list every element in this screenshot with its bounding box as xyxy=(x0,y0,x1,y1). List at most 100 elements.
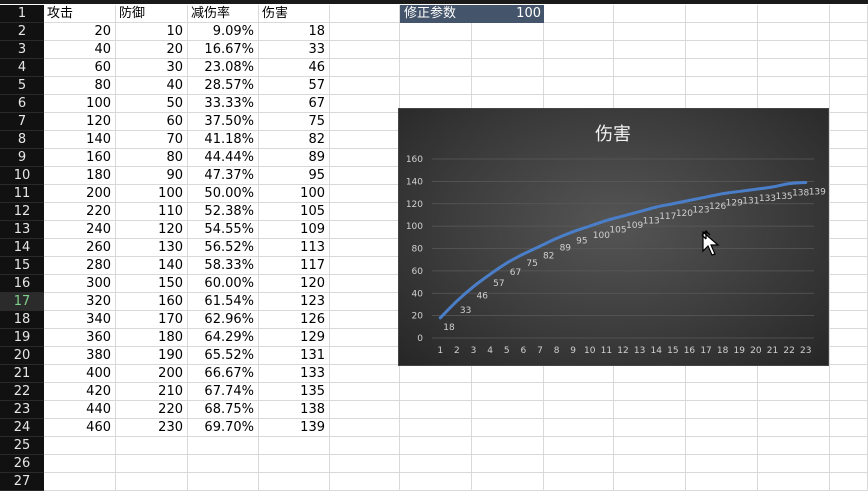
empty-cell[interactable] xyxy=(472,41,544,59)
data-cell[interactable]: 18 xyxy=(259,23,330,41)
empty-cell[interactable] xyxy=(758,419,830,437)
data-cell[interactable]: 360 xyxy=(44,329,116,347)
empty-cell[interactable] xyxy=(614,41,686,59)
data-cell[interactable]: 65.52% xyxy=(188,347,259,365)
empty-cell[interactable] xyxy=(758,77,830,95)
row-header-15[interactable]: 15 xyxy=(0,257,44,275)
empty-cell[interactable] xyxy=(614,59,686,77)
header-cell[interactable]: 减伤率 xyxy=(188,5,259,23)
empty-cell[interactable] xyxy=(614,455,686,473)
row-header-4[interactable]: 4 xyxy=(0,59,44,77)
data-cell[interactable]: 135 xyxy=(259,383,330,401)
empty-cell[interactable] xyxy=(472,473,544,491)
data-cell[interactable]: 340 xyxy=(44,311,116,329)
empty-cell[interactable] xyxy=(614,437,686,455)
empty-cell[interactable] xyxy=(330,203,400,221)
data-cell[interactable]: 41.18% xyxy=(188,131,259,149)
empty-cell[interactable] xyxy=(544,59,614,77)
empty-cell[interactable] xyxy=(330,275,400,293)
empty-cell[interactable] xyxy=(830,437,868,455)
empty-cell[interactable] xyxy=(44,473,116,491)
empty-cell[interactable] xyxy=(400,401,472,419)
data-cell[interactable]: 140 xyxy=(116,257,188,275)
data-cell[interactable]: 240 xyxy=(44,221,116,239)
empty-cell[interactable] xyxy=(330,149,400,167)
data-cell[interactable]: 129 xyxy=(259,329,330,347)
data-cell[interactable]: 140 xyxy=(44,131,116,149)
data-cell[interactable]: 160 xyxy=(116,293,188,311)
data-cell[interactable]: 120 xyxy=(259,275,330,293)
empty-cell[interactable] xyxy=(472,365,544,383)
data-cell[interactable]: 69.70% xyxy=(188,419,259,437)
data-cell[interactable]: 47.37% xyxy=(188,167,259,185)
empty-cell[interactable] xyxy=(758,401,830,419)
row-header-3[interactable]: 3 xyxy=(0,41,44,59)
data-cell[interactable]: 100 xyxy=(259,185,330,203)
row-header-16[interactable]: 16 xyxy=(0,275,44,293)
empty-cell[interactable] xyxy=(330,455,400,473)
empty-cell[interactable] xyxy=(544,77,614,95)
empty-cell[interactable] xyxy=(686,77,758,95)
empty-cell[interactable] xyxy=(330,221,400,239)
data-cell[interactable]: 130 xyxy=(116,239,188,257)
data-cell[interactable]: 30 xyxy=(116,59,188,77)
empty-cell[interactable] xyxy=(830,221,868,239)
empty-cell[interactable] xyxy=(686,365,758,383)
empty-cell[interactable] xyxy=(830,365,868,383)
empty-cell[interactable] xyxy=(400,383,472,401)
data-cell[interactable]: 58.33% xyxy=(188,257,259,275)
empty-cell[interactable] xyxy=(330,257,400,275)
row-header-21[interactable]: 21 xyxy=(0,365,44,383)
row-header-14[interactable]: 14 xyxy=(0,239,44,257)
empty-cell[interactable] xyxy=(686,23,758,41)
data-cell[interactable]: 68.75% xyxy=(188,401,259,419)
row-header-12[interactable]: 12 xyxy=(0,203,44,221)
param-value-cell[interactable]: 100 xyxy=(500,5,544,23)
empty-cell[interactable] xyxy=(330,473,400,491)
empty-cell[interactable] xyxy=(830,257,868,275)
row-header-2[interactable]: 2 xyxy=(0,23,44,41)
data-cell[interactable]: 126 xyxy=(259,311,330,329)
empty-cell[interactable] xyxy=(830,5,868,23)
empty-cell[interactable] xyxy=(544,437,614,455)
data-cell[interactable]: 61.54% xyxy=(188,293,259,311)
data-cell[interactable]: 420 xyxy=(44,383,116,401)
empty-cell[interactable] xyxy=(330,437,400,455)
data-cell[interactable]: 440 xyxy=(44,401,116,419)
data-cell[interactable]: 160 xyxy=(44,149,116,167)
empty-cell[interactable] xyxy=(830,149,868,167)
empty-cell[interactable] xyxy=(830,185,868,203)
row-header-27[interactable]: 27 xyxy=(0,473,44,491)
data-cell[interactable]: 120 xyxy=(116,221,188,239)
row-header-24[interactable]: 24 xyxy=(0,419,44,437)
data-cell[interactable]: 67.74% xyxy=(188,383,259,401)
empty-cell[interactable] xyxy=(400,473,472,491)
data-cell[interactable]: 200 xyxy=(44,185,116,203)
row-header-10[interactable]: 10 xyxy=(0,167,44,185)
data-cell[interactable]: 60 xyxy=(44,59,116,77)
empty-cell[interactable] xyxy=(758,455,830,473)
empty-cell[interactable] xyxy=(330,41,400,59)
empty-cell[interactable] xyxy=(472,23,544,41)
data-cell[interactable]: 380 xyxy=(44,347,116,365)
data-cell[interactable]: 52.38% xyxy=(188,203,259,221)
empty-cell[interactable] xyxy=(330,293,400,311)
empty-cell[interactable] xyxy=(614,23,686,41)
header-cell[interactable]: 伤害 xyxy=(259,5,330,23)
data-cell[interactable]: 57 xyxy=(259,77,330,95)
empty-cell[interactable] xyxy=(544,419,614,437)
empty-cell[interactable] xyxy=(188,437,259,455)
empty-cell[interactable] xyxy=(544,365,614,383)
empty-cell[interactable] xyxy=(330,113,400,131)
data-cell[interactable]: 123 xyxy=(259,293,330,311)
empty-cell[interactable] xyxy=(614,383,686,401)
data-cell[interactable]: 220 xyxy=(116,401,188,419)
data-cell[interactable]: 60 xyxy=(116,113,188,131)
empty-cell[interactable] xyxy=(686,455,758,473)
empty-cell[interactable] xyxy=(830,419,868,437)
data-cell[interactable]: 260 xyxy=(44,239,116,257)
row-header-5[interactable]: 5 xyxy=(0,77,44,95)
data-cell[interactable]: 66.67% xyxy=(188,365,259,383)
empty-cell[interactable] xyxy=(400,77,472,95)
data-cell[interactable]: 320 xyxy=(44,293,116,311)
